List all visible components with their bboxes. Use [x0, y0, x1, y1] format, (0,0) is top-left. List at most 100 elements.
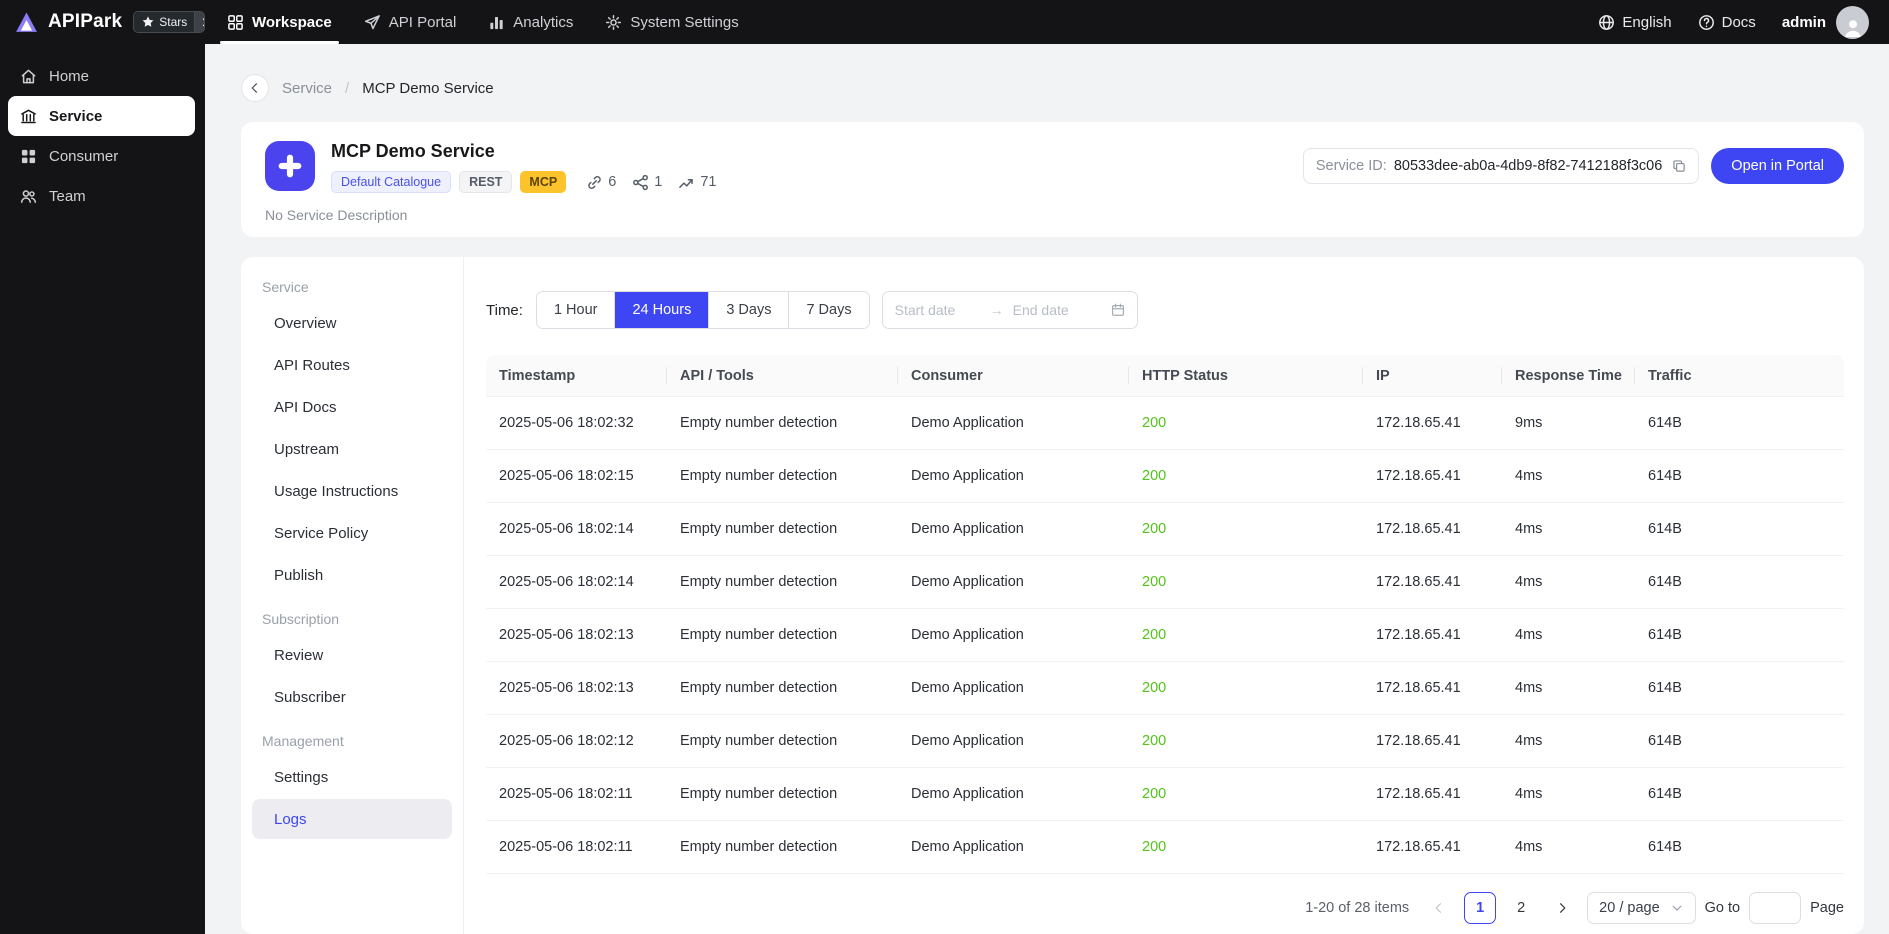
cell-traffic: 614B — [1648, 627, 1682, 643]
cell-response-time: 4ms — [1515, 786, 1543, 802]
link-icon — [586, 174, 603, 191]
breadcrumb: Service / MCP Demo Service — [241, 74, 1864, 102]
topbar-nav-api-portal[interactable]: API Portal — [348, 0, 473, 44]
github-stars-badge[interactable]: Stars 1.1k — [133, 11, 205, 33]
topbar-nav-workspace[interactable]: Workspace — [211, 0, 348, 44]
topbar-nav-system-settings[interactable]: System Settings — [589, 0, 754, 44]
pagination: 1-20 of 28 items 12 20 / page Go to Page — [486, 892, 1844, 934]
docs-link[interactable]: Docs — [1698, 14, 1756, 31]
subnav-section-management: Management — [262, 733, 344, 749]
column-header-traffic: Traffic — [1648, 367, 1692, 384]
cell-api-tools: Empty number detection — [680, 415, 838, 431]
page-label: Page — [1810, 900, 1844, 916]
pagination-prev-button[interactable] — [1423, 892, 1455, 924]
subnav-item-usage-instructions[interactable]: Usage Instructions — [252, 471, 452, 511]
time-filter-24-hours[interactable]: 24 Hours — [614, 292, 709, 328]
page-size-value: 20 / page — [1599, 900, 1660, 916]
breadcrumb-parent[interactable]: Service — [282, 80, 332, 97]
subnav-item-subscriber[interactable]: Subscriber — [252, 677, 452, 717]
service-stat-trend: 71 — [678, 174, 717, 191]
time-filter-7-days[interactable]: 7 Days — [788, 292, 869, 328]
app-root: APIPark Stars 1.1k Workspace API Portal An… — [0, 0, 1889, 934]
subnav-section-service: Service — [262, 279, 309, 295]
stat-value: 1 — [654, 174, 663, 190]
pagination-page-2[interactable]: 2 — [1505, 892, 1538, 924]
cell-ip: 172.18.65.41 — [1376, 574, 1461, 590]
topbar: APIPark Stars 1.1k Workspace API Portal An… — [0, 0, 1889, 44]
date-range-picker[interactable]: → — [881, 291, 1138, 329]
pagination-page-1[interactable]: 1 — [1464, 892, 1497, 924]
table-row: 2025-05-06 18:02:15 Empty number detectio… — [486, 450, 1844, 503]
column-header-timestamp: Timestamp — [486, 355, 667, 396]
start-date-input[interactable] — [894, 302, 981, 318]
pagination-next-button[interactable] — [1546, 892, 1578, 924]
service-title: MCP Demo Service — [331, 141, 495, 161]
main-content: Service / MCP Demo Service MCP Demo Serv… — [205, 44, 1889, 934]
breadcrumb-current: MCP Demo Service — [362, 79, 494, 97]
subnav-item-publish[interactable]: Publish — [252, 555, 452, 595]
subnav-item-service-policy[interactable]: Service Policy — [252, 513, 452, 553]
cell-timestamp: 2025-05-06 18:02:13 — [499, 680, 634, 696]
subnav-item-logs[interactable]: Logs — [252, 799, 452, 839]
subnav-item-api-routes[interactable]: API Routes — [252, 345, 452, 385]
pagination-summary: 1-20 of 28 items — [1305, 900, 1410, 916]
gear-icon — [605, 14, 622, 31]
time-filter-3-days[interactable]: 3 Days — [708, 292, 789, 328]
service-tag-rest: REST — [459, 171, 513, 193]
topbar-nav-analytics[interactable]: Analytics — [472, 0, 589, 44]
table-row: 2025-05-06 18:02:11 Empty number detectio… — [486, 821, 1844, 874]
back-button[interactable] — [241, 74, 269, 102]
chevron-down-icon — [1670, 901, 1684, 915]
user-menu[interactable]: admin — [1781, 5, 1869, 39]
language-selector[interactable]: English — [1598, 14, 1672, 31]
subnav-item-overview[interactable]: Overview — [252, 303, 452, 343]
service-stat-nodes: 1 — [632, 174, 662, 191]
time-range-group: 1 Hour 24 Hours 3 Days 7 Days — [535, 291, 870, 329]
sidebar-item-consumer[interactable]: Consumer — [8, 136, 195, 176]
page-size-select[interactable]: 20 / page — [1587, 892, 1696, 924]
open-in-portal-button[interactable]: Open in Portal — [1711, 148, 1844, 184]
table-row: 2025-05-06 18:02:12 Empty number detectio… — [486, 715, 1844, 768]
stat-value: 71 — [700, 174, 717, 190]
table-row: 2025-05-06 18:02:14 Empty number detectio… — [486, 503, 1844, 556]
cell-traffic: 614B — [1648, 574, 1682, 590]
cell-response-time: 4ms — [1515, 733, 1543, 749]
goto-page-input[interactable] — [1749, 892, 1802, 924]
question-icon — [1698, 14, 1715, 31]
cell-ip: 172.18.65.41 — [1376, 786, 1461, 802]
username: admin — [1781, 13, 1826, 31]
pagination-pages: 12 — [1464, 892, 1538, 924]
service-tags: Default Catalogue REST MCP — [331, 171, 567, 193]
subnav-item-settings[interactable]: Settings — [252, 757, 452, 797]
chevron-left-icon — [1432, 901, 1446, 915]
time-filter-1-hour[interactable]: 1 Hour — [536, 292, 615, 328]
cell-api-tools: Empty number detection — [680, 468, 838, 484]
subnav-section-subscription: Subscription — [262, 611, 340, 627]
sidebar: Home Service Consumer Team — [0, 44, 205, 934]
brand[interactable]: APIPark Stars 1.1k — [14, 10, 205, 35]
table-row: 2025-05-06 18:02:14 Empty number detectio… — [486, 556, 1844, 609]
bar-chart-icon — [488, 14, 505, 31]
cell-timestamp: 2025-05-06 18:02:32 — [499, 415, 634, 431]
cell-consumer: Demo Application — [911, 627, 1024, 643]
service-tag-default-catalogue: Default Catalogue — [331, 171, 452, 193]
table-row: 2025-05-06 18:02:11 Empty number detectio… — [486, 768, 1844, 821]
cell-ip: 172.18.65.41 — [1376, 839, 1461, 855]
subnav-item-api-docs[interactable]: API Docs — [252, 387, 452, 427]
sidebar-item-service[interactable]: Service — [8, 96, 195, 136]
cell-api-tools: Empty number detection — [680, 521, 838, 537]
sidebar-item-team[interactable]: Team — [8, 176, 195, 216]
service-id-value: 80533dee-ab0a-4db9-8f82-7412188f3c06 — [1393, 158, 1663, 174]
nodes-icon — [632, 174, 649, 191]
end-date-input[interactable] — [1012, 302, 1099, 318]
cell-traffic: 614B — [1648, 521, 1682, 537]
cell-consumer: Demo Application — [911, 468, 1024, 484]
topbar-nav-label: API Portal — [388, 13, 457, 31]
subnav-item-review[interactable]: Review — [252, 635, 452, 675]
subnav-item-upstream[interactable]: Upstream — [252, 429, 452, 469]
copy-icon[interactable] — [1672, 159, 1686, 173]
brand-name: APIPark — [48, 11, 123, 32]
cell-consumer: Demo Application — [911, 680, 1024, 696]
sidebar-item-label: Home — [49, 67, 90, 85]
sidebar-item-home[interactable]: Home — [8, 56, 195, 96]
